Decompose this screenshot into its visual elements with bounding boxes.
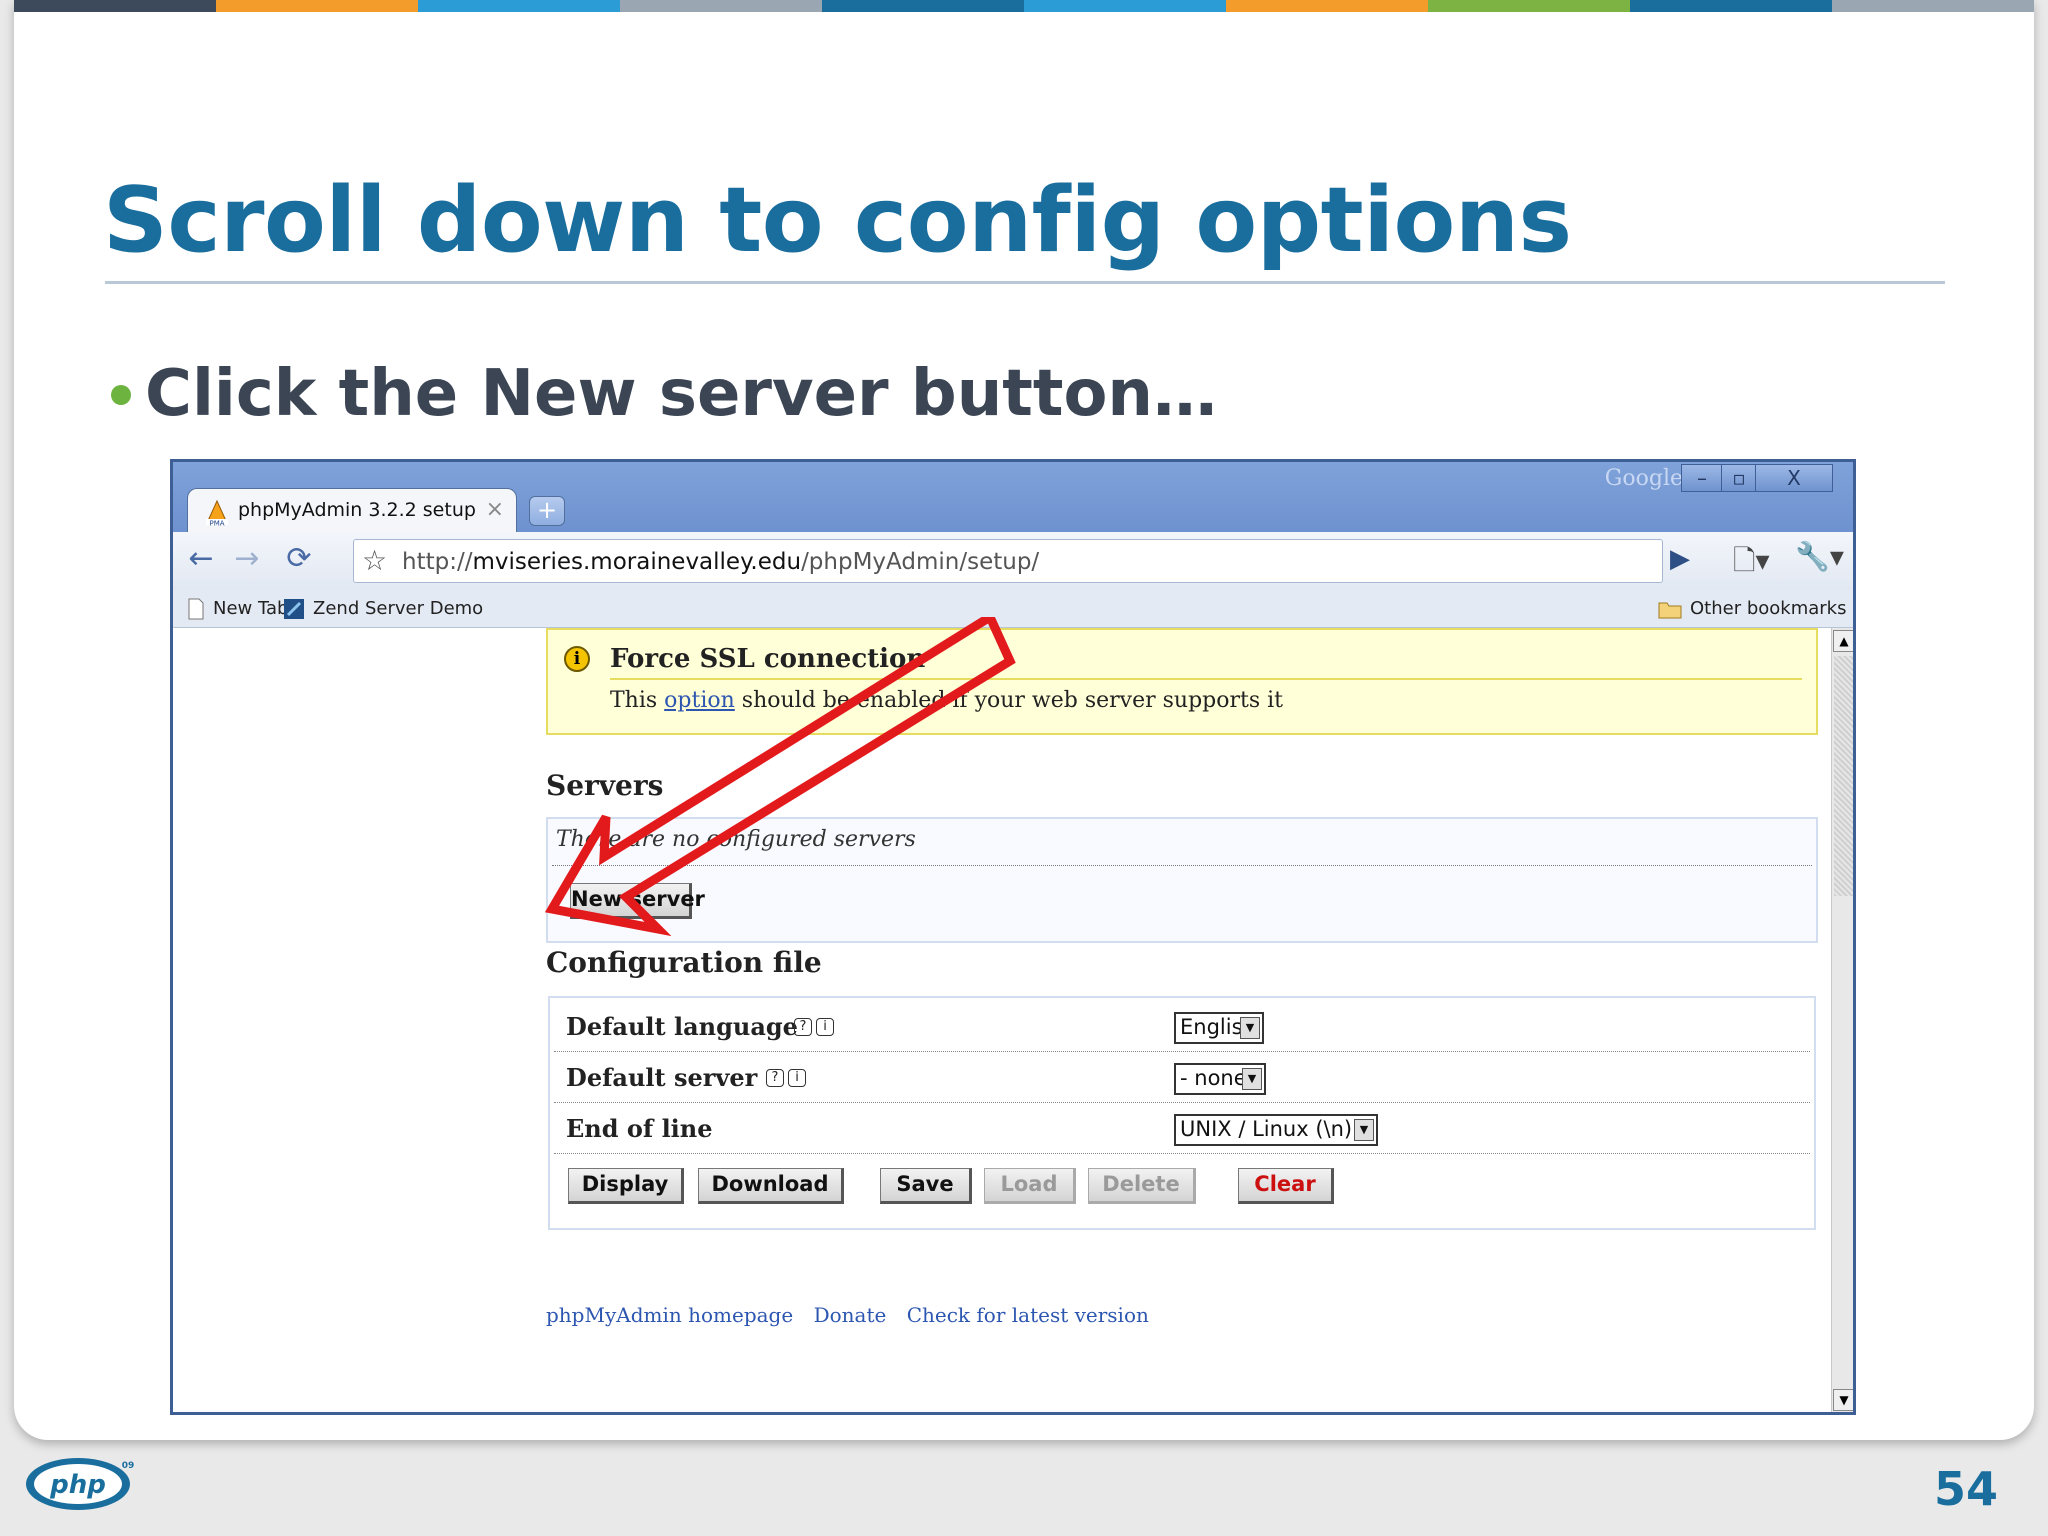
doc-icon[interactable]: i — [816, 1018, 834, 1036]
load-button[interactable]: Load — [984, 1168, 1076, 1204]
folder-icon — [1658, 602, 1682, 619]
browser-titlebar: Google – ▫ X PMA phpMyAdmin 3.2.2 setup … — [173, 462, 1853, 534]
config-row-default-language: Default language ? i English ▼ — [554, 1002, 1810, 1052]
tab-title: phpMyAdmin 3.2.2 setup — [238, 499, 476, 521]
browser-toolbar: ← → ⟳ ☆ http://mviseries.morainevalley.e… — [173, 532, 1853, 590]
save-button[interactable]: Save — [880, 1168, 972, 1204]
stripe-segment-8 — [1428, 0, 1630, 12]
config-label: End of line — [566, 1114, 713, 1143]
close-window-button[interactable]: X — [1755, 464, 1833, 492]
chevron-down-icon: ▼ — [1240, 1017, 1260, 1039]
vertical-scrollbar[interactable]: ▲ ▼ — [1831, 628, 1853, 1412]
color-stripe — [14, 0, 2034, 12]
chevron-down-icon: ▼ — [1354, 1119, 1374, 1141]
default-server-select[interactable]: - none - ▼ — [1174, 1063, 1266, 1095]
forward-icon[interactable]: → — [229, 542, 265, 578]
bookmark-zend-server-demo[interactable]: Zend Server Demo — [283, 598, 483, 620]
page-number: 54 — [1933, 1462, 1998, 1516]
doc-icon[interactable]: i — [788, 1069, 806, 1087]
config-row-default-server: Default server ? i - none - ▼ — [554, 1053, 1810, 1103]
new-tab-button[interactable]: + — [529, 496, 565, 526]
footer-links: phpMyAdmin homepage Donate Check for lat… — [546, 1303, 1163, 1327]
clear-button[interactable]: Clear — [1238, 1168, 1334, 1204]
go-icon[interactable]: ▶ — [1670, 544, 1690, 574]
page-icon — [188, 598, 204, 620]
stripe-segment-5 — [822, 0, 1024, 12]
delete-button[interactable]: Delete — [1088, 1168, 1196, 1204]
bookmark-star-icon[interactable]: ☆ — [362, 544, 387, 577]
scroll-down-icon[interactable]: ▼ — [1833, 1389, 1853, 1411]
title-divider — [105, 281, 1945, 284]
svg-text:PMA: PMA — [209, 520, 224, 528]
end-of-line-select[interactable]: UNIX / Linux (\n) ▼ — [1174, 1114, 1378, 1146]
stripe-segment-4 — [620, 0, 822, 12]
stripe-segment-9 — [1630, 0, 1832, 12]
donate-link[interactable]: Donate — [814, 1303, 887, 1327]
svg-text:php: php — [49, 1470, 106, 1500]
page-menu-icon[interactable]: 🗋▾ — [1733, 540, 1770, 588]
bookmark-new-tab[interactable]: New Tab — [187, 598, 288, 620]
slide-title: Scroll down to config options — [103, 168, 1572, 273]
svg-text:09: 09 — [122, 1461, 135, 1471]
config-label: Default language — [566, 1012, 798, 1041]
zend-icon — [284, 599, 304, 619]
address-bar[interactable]: ☆ http://mviseries.morainevalley.edu/php… — [353, 539, 1663, 583]
minimize-button[interactable]: – — [1681, 464, 1723, 492]
url-text: http://mviseries.morainevalley.edu/phpMy… — [402, 549, 1040, 575]
default-language-select[interactable]: English ▼ — [1174, 1012, 1264, 1044]
reload-icon[interactable]: ⟳ — [281, 542, 317, 578]
stripe-segment-1 — [14, 0, 216, 12]
slide: Scroll down to config options Click the … — [14, 0, 2034, 1440]
config-label: Default server — [566, 1063, 758, 1092]
bullet-text: Click the New server button… — [145, 357, 1217, 431]
download-button[interactable]: Download — [698, 1168, 844, 1204]
stripe-segment-10 — [1832, 0, 2034, 12]
back-icon[interactable]: ← — [183, 542, 219, 578]
browser-tab[interactable]: PMA phpMyAdmin 3.2.2 setup × — [187, 488, 517, 534]
tab-close-icon[interactable]: × — [486, 497, 504, 522]
wrench-menu-icon[interactable]: 🔧▾ — [1795, 540, 1844, 573]
stripe-segment-3 — [418, 0, 620, 12]
chevron-down-icon: ▼ — [1242, 1068, 1262, 1090]
help-icon[interactable]: ? — [794, 1018, 812, 1036]
display-button[interactable]: Display — [568, 1168, 684, 1204]
help-icon[interactable]: ? — [766, 1069, 784, 1087]
maximize-button[interactable]: ▫ — [1721, 464, 1757, 492]
scrollbar-track[interactable] — [1834, 656, 1853, 896]
php-logo: php 09 — [26, 1458, 135, 1510]
bullet-icon — [111, 385, 131, 405]
other-bookmarks[interactable]: Other bookmarks — [1658, 598, 1846, 619]
phpmyadmin-favicon-icon: PMA — [206, 499, 228, 528]
google-label: Google — [1604, 466, 1683, 491]
stripe-segment-7 — [1226, 0, 1428, 12]
phpmyadmin-homepage-link[interactable]: phpMyAdmin homepage — [546, 1303, 793, 1327]
stripe-segment-2 — [216, 0, 418, 12]
annotation-arrow-icon — [544, 617, 1016, 937]
check-version-link[interactable]: Check for latest version — [907, 1303, 1149, 1327]
config-file-panel: Default language ? i English ▼ Default se… — [548, 996, 1816, 1230]
scroll-up-icon[interactable]: ▲ — [1833, 630, 1853, 652]
config-row-end-of-line: End of line UNIX / Linux (\n) ▼ — [554, 1104, 1810, 1154]
stripe-segment-6 — [1024, 0, 1226, 12]
